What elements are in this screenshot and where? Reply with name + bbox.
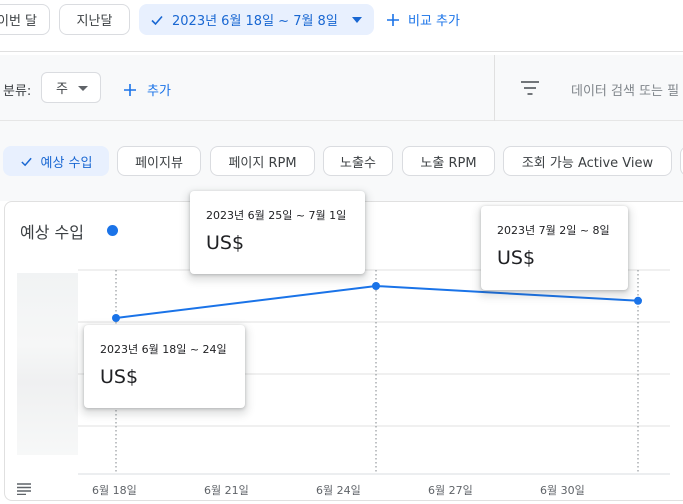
x-tick-label: 6월 24일 <box>316 484 361 497</box>
x-tick-label: 6월 30일 <box>540 484 585 497</box>
table-view-icon[interactable] <box>17 483 31 495</box>
x-tick-label: 6월 27일 <box>428 484 473 497</box>
x-tick-label: 6월 21일 <box>204 484 249 497</box>
x-tick-label: 6월 18일 <box>92 484 137 497</box>
tooltip-value: US$ <box>100 366 139 388</box>
tooltip-week-2: 2023년 6월 25일 ~ 7월 1일 US$ <box>190 191 365 274</box>
data-point[interactable] <box>112 314 120 322</box>
data-point[interactable] <box>372 282 380 290</box>
tooltip-date: 2023년 6월 18일 ~ 24일 <box>100 343 227 356</box>
tooltip-date: 2023년 6월 25일 ~ 7월 1일 <box>206 209 347 222</box>
tooltip-date: 2023년 7월 2일 ~ 8일 <box>497 224 610 237</box>
tooltip-value: US$ <box>497 247 536 269</box>
tooltip-value: US$ <box>206 232 245 254</box>
data-point[interactable] <box>634 296 642 305</box>
tooltip-week-3: 2023년 7월 2일 ~ 8일 US$ <box>481 206 628 290</box>
tooltip-week-1: 2023년 6월 18일 ~ 24일 US$ <box>84 325 245 408</box>
series-line <box>115 284 639 319</box>
